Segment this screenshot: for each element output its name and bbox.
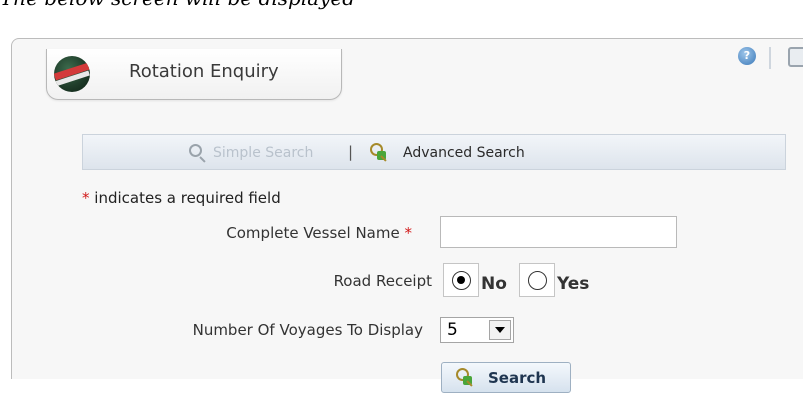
search-button-label[interactable]: Search	[488, 369, 546, 387]
voyages-select-value: 5	[447, 320, 458, 340]
road-receipt-yes-label[interactable]: Yes	[557, 274, 589, 294]
search-button-magnifier-icon	[456, 368, 472, 385]
advanced-search-link[interactable]: Advanced Search	[403, 145, 525, 161]
vessel-name-input[interactable]	[440, 216, 677, 248]
road-receipt-no-label[interactable]: No	[481, 274, 507, 294]
help-icon[interactable]: ?	[738, 47, 756, 65]
road-receipt-no-radio[interactable]	[452, 271, 471, 290]
search-mode-bar: Simple Search | Advanced Search	[82, 134, 786, 170]
required-field-note: * indicates a required field	[82, 189, 281, 207]
rotation-enquiry-portlet: Rotation Enquiry ? Simple Search | Advan…	[11, 38, 803, 393]
simple-search-link[interactable]: Simple Search	[213, 145, 313, 161]
advanced-search-icon	[370, 143, 386, 160]
dubai-customs-logo-icon	[54, 56, 90, 92]
required-note-text: indicates a required field	[94, 189, 281, 207]
document-caption: The below screen will be displayed	[0, 0, 355, 10]
vessel-name-required-marker: *	[404, 224, 413, 242]
print-icon[interactable]	[788, 47, 803, 67]
vessel-name-label: Complete Vessel Name *	[226, 224, 412, 242]
toolbar-divider	[769, 47, 771, 69]
road-receipt-label: Road Receipt	[333, 272, 432, 290]
required-marker: *	[82, 189, 90, 207]
search-mode-separator: |	[348, 143, 354, 161]
road-receipt-yes-radio[interactable]	[528, 271, 547, 290]
road-receipt-no-option[interactable]	[443, 263, 479, 297]
voyages-select[interactable]: 5	[440, 317, 514, 343]
road-receipt-yes-option[interactable]	[519, 263, 555, 297]
chevron-down-icon[interactable]	[489, 320, 511, 340]
vessel-name-label-text: Complete Vessel Name	[226, 224, 400, 242]
search-button[interactable]: Search	[441, 362, 571, 393]
voyages-label: Number Of Voyages To Display	[192, 321, 423, 339]
portlet-title: Rotation Enquiry	[129, 61, 279, 82]
magnifier-icon	[189, 144, 202, 157]
